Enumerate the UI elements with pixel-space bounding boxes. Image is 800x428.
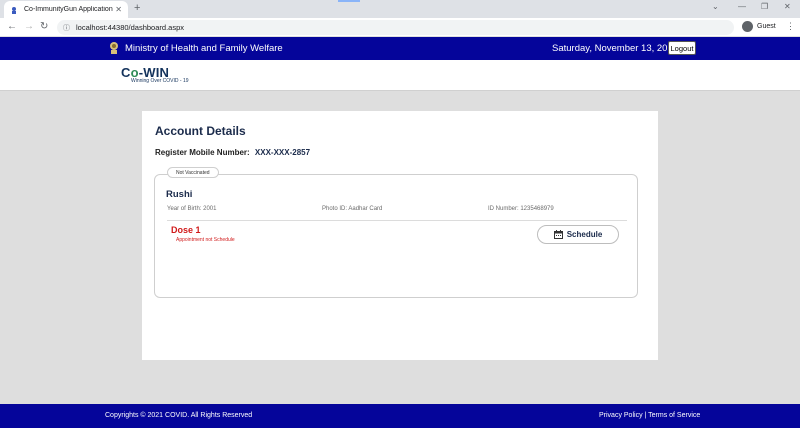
minimize-icon[interactable]: —	[738, 2, 746, 11]
restore-icon[interactable]: ❐	[761, 2, 768, 11]
footer-links[interactable]: Privacy Policy | Terms of Service	[599, 412, 700, 419]
tab-close-icon[interactable]: ✕	[115, 5, 122, 14]
window-close-icon[interactable]: ✕	[784, 2, 791, 11]
profile-label: Guest	[757, 23, 776, 30]
mobile-label: Register Mobile Number:	[155, 148, 250, 157]
browser-toolbar: ← → ↻ ⓘ localhost:44380/dashboard.aspx G…	[0, 18, 800, 37]
dose-title: Dose 1	[171, 225, 201, 235]
member-id-number: ID Number: 1235468979	[488, 206, 554, 212]
page-title: Account Details	[155, 124, 246, 138]
browser-tab-strip: Co-ImmunityGun Application ✕ + ⌄ — ❐ ✕	[0, 0, 800, 18]
member-year-of-birth: Year of Birth: 2001	[167, 206, 217, 212]
schedule-label: Schedule	[566, 230, 603, 239]
site-footer: Copyrights © 2021 COVID. All Rights Rese…	[0, 404, 800, 428]
copyright-text: Copyrights © 2021 COVID. All Rights Rese…	[105, 412, 253, 419]
tab-title: Co-ImmunityGun Application	[24, 6, 113, 13]
tab-strip-accent	[338, 0, 360, 2]
forward-icon[interactable]: →	[24, 21, 34, 32]
site-info-icon[interactable]: ⓘ	[63, 23, 70, 33]
divider	[167, 220, 627, 221]
calendar-icon	[553, 230, 563, 239]
site-favicon-icon	[10, 6, 18, 14]
url-text: localhost:44380/dashboard.aspx	[76, 23, 184, 32]
member-photo-id: Photo ID: Aadhar Card	[322, 206, 383, 212]
browser-tab[interactable]: Co-ImmunityGun Application ✕	[4, 1, 128, 18]
logo-prefix: C	[121, 65, 131, 80]
mobile-value: XXX-XXX-2857	[254, 148, 311, 157]
current-date: Saturday, November 13, 2021	[552, 43, 679, 54]
member-card: Rushi Year of Birth: 2001 Photo ID: Aadh…	[154, 174, 638, 298]
guest-avatar-icon	[742, 21, 753, 32]
registered-mobile: Register Mobile Number: XXX-XXX-2857	[155, 148, 310, 157]
back-icon[interactable]: ←	[7, 21, 17, 32]
brand-bar: Co-WIN	[0, 60, 800, 91]
account-card: Account Details Register Mobile Number: …	[142, 111, 658, 360]
site-header: Ministry of Health and Family Welfare Sa…	[0, 37, 800, 60]
profile-button[interactable]: Guest	[742, 21, 776, 32]
schedule-button[interactable]: Schedule	[537, 225, 619, 244]
member-name: Rushi	[166, 189, 193, 200]
reload-icon[interactable]: ↻	[40, 21, 48, 32]
appointment-status: Appointment not Schedule	[176, 237, 235, 243]
tab-search-chevron-icon[interactable]: ⌄	[712, 2, 719, 11]
address-bar[interactable]: ⓘ localhost:44380/dashboard.aspx	[57, 20, 734, 35]
new-tab-button[interactable]: +	[134, 2, 140, 14]
vaccination-status-badge: Not Vaccinated	[167, 167, 219, 178]
logout-button[interactable]: Logout	[668, 41, 696, 55]
national-emblem-icon	[108, 40, 120, 56]
ministry-name: Ministry of Health and Family Welfare	[125, 43, 283, 54]
brand-tagline: Winning Over COVID - 19	[131, 78, 189, 84]
browser-menu-icon[interactable]: ⋮	[786, 21, 795, 32]
